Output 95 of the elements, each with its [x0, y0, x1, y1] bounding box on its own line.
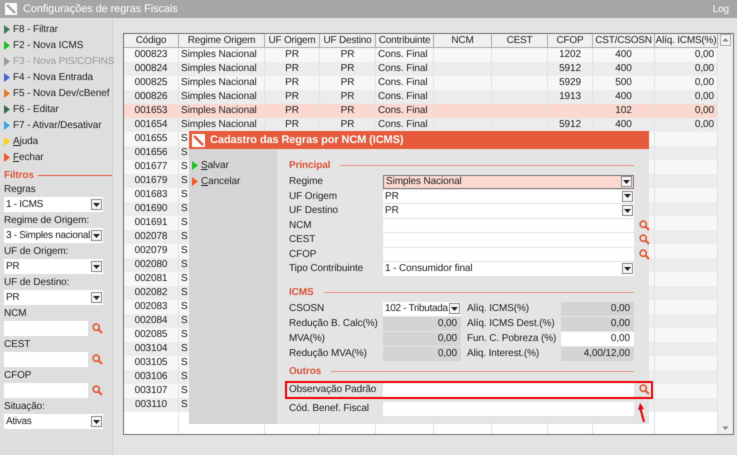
search-icon[interactable]	[92, 323, 103, 334]
dropdown-button[interactable]	[91, 199, 102, 210]
search-icon[interactable]	[639, 248, 650, 260]
dropdown[interactable]: PR	[383, 204, 634, 218]
section-title: Outros	[289, 366, 322, 377]
field-label: NCM	[4, 308, 28, 320]
menu-item[interactable]: Fechar	[4, 149, 112, 165]
table-row[interactable]: 001653 Simples Nacional PR PR Cons. Final 102 0,00	[124, 104, 718, 118]
field-label: Alíq. ICMS(%)	[466, 302, 530, 316]
app-icon	[192, 134, 205, 146]
field-label: CSOSN	[289, 302, 326, 316]
menu-item[interactable]: Ajuda	[4, 133, 112, 149]
menu-item[interactable]: F7 - Ativar/Desativar	[4, 117, 112, 133]
section-title: Filtros	[4, 170, 34, 181]
field-label: Cód. Benef. Fiscal	[289, 403, 370, 414]
field-label: MVA(%)	[289, 332, 326, 346]
app-icon	[5, 3, 17, 15]
menu-item[interactable]: F5 - Nova Dev/cBenef	[4, 85, 112, 101]
field-label: Situação:	[4, 401, 46, 413]
field-label: Fun. C. Pobreza (%)	[466, 332, 558, 346]
caret-icon	[93, 420, 100, 424]
dropdown[interactable]: PR	[4, 290, 103, 305]
dropdown[interactable]: Simples Nacional	[383, 175, 634, 188]
input-field[interactable]	[4, 352, 88, 367]
dropdown[interactable]: 1 - ICMS	[4, 197, 103, 212]
input-field[interactable]	[4, 321, 88, 336]
dropdown-button[interactable]	[622, 263, 633, 274]
field-label: Regime de Origem:	[4, 215, 90, 227]
input-field[interactable]	[383, 233, 634, 246]
search-icon[interactable]	[92, 385, 103, 396]
dropdown[interactable]: PR	[4, 259, 103, 274]
window-title: Configurações de regras Fiscais	[23, 3, 179, 15]
scroll-up-icon[interactable]	[720, 34, 731, 46]
table-row[interactable]: 000824 Simples Nacional PR PR Cons. Final 5912 400 0,00	[124, 62, 718, 76]
field-label: UF de Destino:	[4, 277, 70, 289]
table-row[interactable]: 000825 Simples Nacional PR PR Cons. Final 5929 500 0,00	[124, 76, 718, 90]
field-label: Observação Padrão	[289, 384, 378, 395]
field-label: Regras	[4, 184, 37, 196]
field-label: CFOP	[4, 370, 32, 382]
caret-icon	[93, 234, 100, 238]
input-field[interactable]	[383, 248, 634, 261]
table-row[interactable]: 000823 Simples Nacional PR PR Cons. Final 1202 400 0,00	[124, 48, 718, 62]
search-icon[interactable]	[639, 234, 650, 246]
table-cell: 003110	[124, 398, 179, 412]
dropdown[interactable]: Ativas	[4, 414, 103, 429]
search-icon[interactable]	[92, 354, 103, 365]
section-title: ICMS	[289, 287, 314, 298]
dropdown-button[interactable]	[91, 261, 102, 272]
field-label: NCM	[289, 220, 312, 231]
caret-icon	[93, 264, 100, 268]
field-label: CEST	[289, 234, 316, 246]
caret-icon	[623, 180, 630, 184]
table-row[interactable]: 001654 Simples Nacional PR PR Cons. Final 5912 400 0,00	[124, 118, 718, 132]
menu-item[interactable]: F6 - Editar	[4, 101, 112, 117]
caret-icon	[451, 306, 458, 310]
dropdown-button[interactable]	[621, 176, 632, 188]
field-label: UF de Origem:	[4, 246, 70, 258]
caret-icon	[624, 208, 631, 213]
dropdown-button[interactable]	[91, 292, 102, 303]
dropdown[interactable]: PR	[383, 190, 634, 203]
input-field[interactable]	[383, 382, 634, 396]
field-label: UF Origem	[289, 190, 338, 202]
dropdown[interactable]: 3 - Simples nacional	[4, 228, 103, 243]
menu-item[interactable]: F4 - Nova Entrada	[4, 69, 112, 85]
input-field[interactable]	[383, 218, 634, 232]
input-field[interactable]: 0,00	[561, 332, 634, 346]
annotation-arrow	[637, 402, 647, 422]
search-icon[interactable]	[639, 220, 650, 231]
input-field[interactable]	[4, 383, 88, 398]
input-field[interactable]	[383, 402, 634, 416]
caret-icon	[93, 202, 100, 206]
field-label: Redução B. Calc(%)	[289, 316, 379, 330]
dropdown-button[interactable]	[91, 230, 102, 241]
field-label: Tipo Contribuinte	[289, 263, 364, 274]
field-label: Alíq. ICMS Dest.(%)	[466, 316, 556, 330]
dropdown-button[interactable]	[449, 303, 460, 314]
scrollbar[interactable]	[718, 48, 733, 434]
field-label: Aliq. Interest.(%)	[466, 346, 540, 360]
caret-icon	[93, 296, 100, 300]
menu-item[interactable]: F2 - Nova ICMS	[4, 37, 112, 53]
dropdown[interactable]: 102 - Tributada	[383, 302, 461, 316]
table-row[interactable]: 000826 Simples Nacional PR PR Cons. Final 1913 400 0,00	[124, 90, 718, 104]
caret-icon	[624, 194, 631, 198]
field-label: Redução MVA(%)	[289, 346, 368, 360]
field-label: CEST	[4, 339, 32, 351]
dropdown[interactable]: 1 - Consumidor final	[383, 262, 634, 276]
dropdown-button[interactable]	[622, 190, 633, 202]
field-label: UF Destino	[289, 205, 340, 216]
section-title: Principal	[289, 160, 330, 170]
field-label: Regime	[289, 176, 324, 188]
field-label: CFOP	[289, 248, 318, 260]
dropdown-button[interactable]	[622, 205, 633, 216]
dropdown-button[interactable]	[91, 416, 102, 427]
search-icon[interactable]	[639, 384, 650, 395]
menu-item[interactable]: F8 - Filtrar	[4, 21, 112, 37]
